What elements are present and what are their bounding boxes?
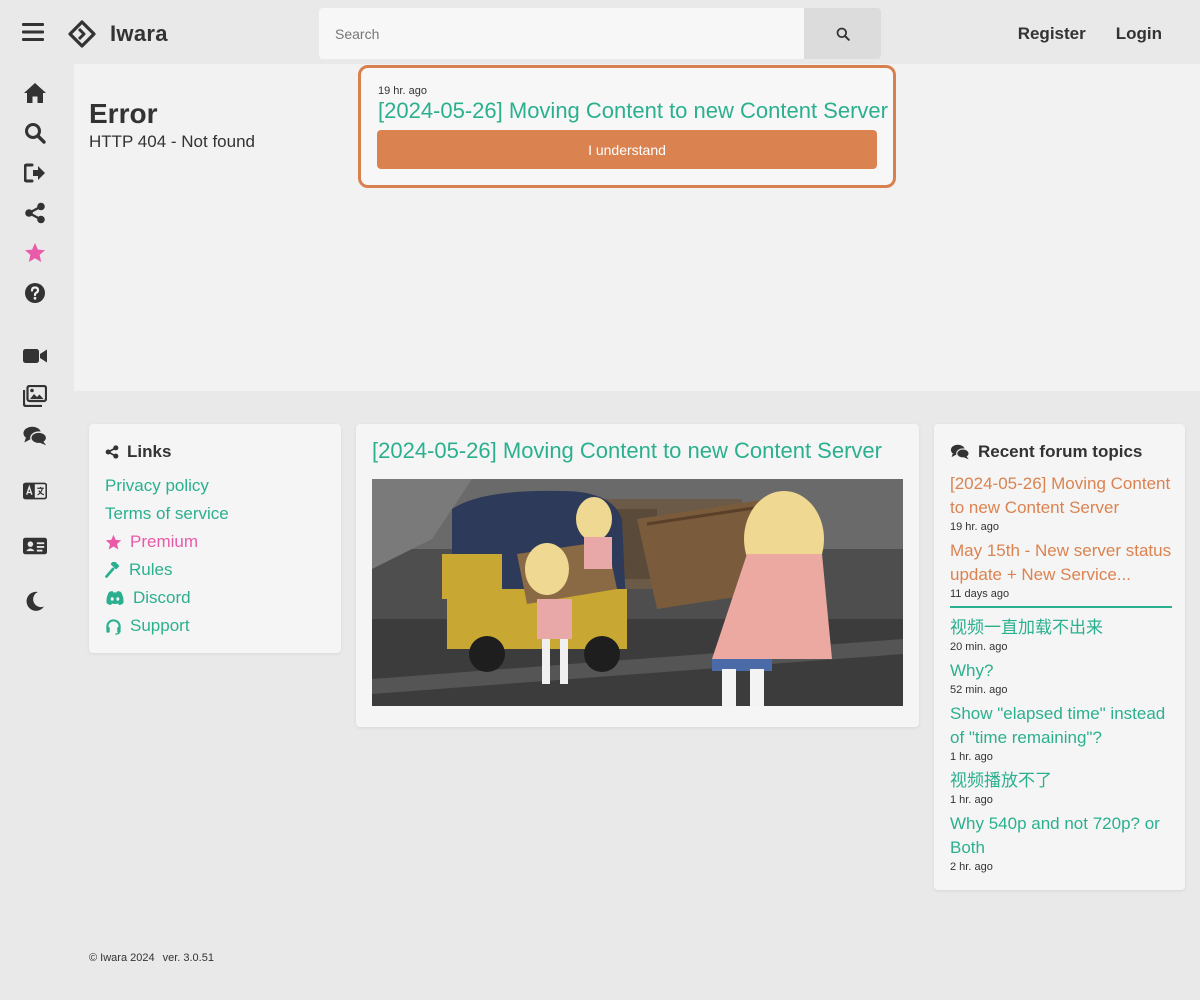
id-card-icon[interactable] <box>23 534 47 558</box>
share-icon <box>105 445 119 459</box>
footer: © Iwara 2024 ver. 3.0.51 <box>89 952 214 964</box>
gavel-icon <box>105 562 121 578</box>
link-label: Rules <box>129 560 173 579</box>
search-bar <box>319 8 881 59</box>
top-bar: Iwara Register Login <box>0 0 1200 64</box>
discord-icon <box>105 590 125 606</box>
forum-divider <box>950 606 1172 608</box>
topic-title-link[interactable]: [2024-05-26] Moving Content to new Conte… <box>950 472 1172 520</box>
home-icon[interactable] <box>23 81 47 105</box>
topic-time: 1 hr. ago <box>950 751 993 763</box>
search-icon <box>836 27 850 41</box>
links-heading: Links <box>105 442 171 462</box>
topic-title-link[interactable]: 视频播放不了 <box>950 769 1172 793</box>
topic-time: 52 min. ago <box>950 684 1008 696</box>
pinned-topic: [2024-05-26] Moving Content to new Conte… <box>950 472 1172 534</box>
announcement-time: 19 hr. ago <box>378 85 427 97</box>
topic-time: 20 min. ago <box>950 641 1008 653</box>
comments-icon[interactable] <box>23 424 47 448</box>
topic-time: 2 hr. ago <box>950 861 993 873</box>
forum-topic: 视频播放不了 1 hr. ago <box>950 769 1172 807</box>
news-card: [2024-05-26] Moving Content to new Conte… <box>356 424 919 727</box>
version-text: ver. 3.0.51 <box>162 952 214 964</box>
forum-topic: 视频一直加载不出来 20 min. ago <box>950 616 1172 654</box>
forum-topic: Why 540p and not 720p? or Both 2 hr. ago <box>950 812 1172 874</box>
auth-links: Register Login <box>1018 24 1162 44</box>
topic-time: 11 days ago <box>950 588 1010 600</box>
site-name: Iwara <box>110 21 168 46</box>
star-icon <box>105 534 122 551</box>
comments-icon <box>950 444 970 460</box>
topic-title-link[interactable]: Show "elapsed time" instead of "time rem… <box>950 702 1172 750</box>
privacy-policy-link[interactable]: Privacy policy <box>105 472 229 500</box>
link-label: Premium <box>130 532 199 551</box>
terms-of-service-link[interactable]: Terms of service <box>105 500 229 528</box>
site-logo[interactable]: Iwara <box>68 20 168 48</box>
link-label: Discord <box>133 588 191 607</box>
forum-topic: Why? 52 min. ago <box>950 659 1172 697</box>
link-label: Privacy policy <box>105 476 209 495</box>
share-icon[interactable] <box>23 201 47 225</box>
moon-icon[interactable] <box>23 589 47 613</box>
support-link[interactable]: Support <box>105 612 229 640</box>
language-icon[interactable] <box>23 479 47 503</box>
topic-title-link[interactable]: May 15th - New server status update + Ne… <box>950 539 1172 587</box>
forum-topic-list: [2024-05-26] Moving Content to new Conte… <box>950 472 1172 879</box>
forum-topic: Show "elapsed time" instead of "time rem… <box>950 702 1172 764</box>
pinned-topic: May 15th - New server status update + Ne… <box>950 539 1172 601</box>
rules-link[interactable]: Rules <box>105 556 229 584</box>
links-list: Privacy policy Terms of service Premium … <box>105 472 229 640</box>
topic-title-link[interactable]: Why? <box>950 659 1172 683</box>
discord-link[interactable]: Discord <box>105 584 229 612</box>
star-icon[interactable] <box>23 241 47 265</box>
search-input[interactable] <box>319 8 804 59</box>
link-label: Support <box>130 616 190 635</box>
forum-topics-card: Recent forum topics [2024-05-26] Moving … <box>934 424 1185 890</box>
link-label: Terms of service <box>105 504 229 523</box>
forum-heading: Recent forum topics <box>950 442 1142 462</box>
topic-time: 19 hr. ago <box>950 521 999 533</box>
search-button[interactable] <box>804 8 881 59</box>
headset-icon <box>105 618 122 635</box>
announcement-banner: 19 hr. ago [2024-05-26] Moving Content t… <box>358 65 896 188</box>
question-circle-icon[interactable] <box>23 281 47 305</box>
error-message: HTTP 404 - Not found <box>89 132 255 151</box>
news-thumbnail-image[interactable] <box>372 479 903 706</box>
video-camera-icon[interactable] <box>23 344 47 368</box>
copyright-text: © Iwara 2024 <box>89 952 155 964</box>
premium-link[interactable]: Premium <box>105 528 229 556</box>
sign-out-icon[interactable] <box>23 161 47 185</box>
topic-title-link[interactable]: Why 540p and not 720p? or Both <box>950 812 1172 860</box>
error-title: Error <box>89 98 158 129</box>
links-heading-label: Links <box>127 442 172 461</box>
announcement-title-link[interactable]: [2024-05-26] Moving Content to new Conte… <box>378 98 888 124</box>
images-icon[interactable] <box>23 384 47 408</box>
register-link[interactable]: Register <box>1018 24 1086 44</box>
links-card: Links Privacy policy Terms of service Pr… <box>89 424 341 653</box>
news-title-link[interactable]: [2024-05-26] Moving Content to new Conte… <box>372 438 882 464</box>
sidebar <box>0 64 74 644</box>
topic-time: 1 hr. ago <box>950 794 993 806</box>
i-understand-button[interactable]: I understand <box>377 130 877 169</box>
iwara-logo-icon <box>68 20 96 48</box>
topic-title-link[interactable]: 视频一直加载不出来 <box>950 616 1172 640</box>
login-link[interactable]: Login <box>1116 24 1162 44</box>
forum-heading-label: Recent forum topics <box>978 442 1143 461</box>
hamburger-menu-icon[interactable] <box>22 22 48 46</box>
search-icon[interactable] <box>23 121 47 145</box>
